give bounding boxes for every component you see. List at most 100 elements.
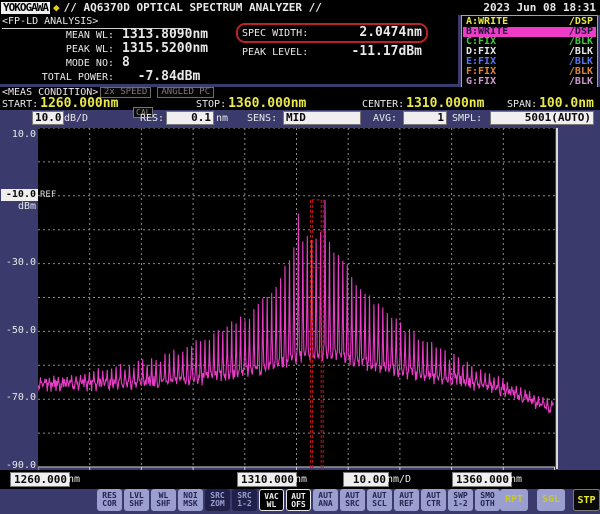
level-scale-unit: dB/D — [64, 113, 89, 124]
analysis-results-right: SPEC WIDTH: 2.0474nm PEAK LEVEL: -11.17d… — [236, 23, 428, 59]
level-scale-field[interactable]: 10.0 — [32, 111, 64, 125]
softkey-line: COR — [102, 499, 117, 508]
softkey-line: REF — [399, 499, 414, 508]
span-label: SPAN: — [507, 99, 538, 110]
y-unit-dbm: dBm — [17, 201, 36, 212]
span-value: 100.0nm — [539, 96, 594, 111]
sweep-repeat-button[interactable]: RPT — [500, 489, 528, 511]
softkey-line: OFS — [291, 500, 306, 509]
y-tick-10: 10.0 — [11, 129, 36, 140]
mean-wl-label: MEAN WL: — [65, 30, 114, 41]
x-start-field[interactable]: 1260.000 — [10, 472, 70, 487]
softkey-smo-oth[interactable]: SMO OTH — [475, 489, 500, 511]
peak-level-row: PEAK LEVEL: -11.17dBm — [236, 43, 428, 59]
softkey-aut-ana[interactable]: AUT ANA — [313, 489, 338, 511]
x-center-field[interactable]: 1310.000 — [237, 472, 297, 487]
avg-field[interactable]: 1 — [403, 111, 447, 125]
mode-no-label: MODE NO: — [65, 58, 114, 69]
stop-label: STOP: — [196, 99, 227, 110]
softkey-line: OTH — [480, 499, 495, 508]
smpl-field[interactable]: 5001(AUTO) — [490, 111, 594, 125]
peak-level-label: PEAK LEVEL: — [242, 47, 309, 58]
softkey-src-1-2[interactable]: SRC 1-2 — [232, 489, 257, 511]
y-tick-m50: -50.0 — [5, 325, 36, 336]
yokogawa-logo: YOKOGAWA — [1, 0, 50, 14]
softkey-row: RES COR LVL SHF WL SHF NOI MSK SRC ZOM SRC 1-2… — [97, 489, 500, 511]
softkey-wl-shf[interactable]: WL SHF — [151, 489, 176, 511]
softkey-line: SRC — [345, 499, 360, 508]
y-tick-m30: -30.0 — [5, 257, 36, 268]
softkey-aut-ref[interactable]: AUT REF — [394, 489, 419, 511]
softkey-aut-ctr[interactable]: AUT CTR — [421, 489, 446, 511]
span-param[interactable]: SPAN: 100.0nm — [507, 96, 594, 111]
peak-wl-row: PEAK WL: 1315.5200nm — [2, 41, 209, 56]
peak-wl-value: 1315.5200nm — [122, 41, 209, 56]
softkey-line: ANA — [318, 499, 333, 508]
sweep-single-button[interactable]: SGL — [537, 489, 565, 511]
res-unit: nm — [216, 113, 229, 124]
x-stop-field[interactable]: 1360.000 — [452, 472, 512, 487]
softkey-line: SHF — [129, 499, 144, 508]
title-bar: YOKOGAWA ◆ // AQ6370D OPTICAL SPECTRUM A… — [0, 0, 600, 15]
plot-right-border — [556, 128, 558, 469]
softkey-aut-scl[interactable]: AUT SCL — [367, 489, 392, 511]
mean-wl-value: 1313.8090nm — [122, 27, 209, 42]
logo-diamond-icon: ◆ — [52, 1, 60, 14]
mode-no-row: MODE NO: 8 — [2, 55, 208, 70]
trace-g-label: G:FIX — [466, 76, 497, 87]
softkey-noi-msk[interactable]: NOI MSK — [178, 489, 203, 511]
peak-level-value: -11.17dBm — [351, 44, 422, 59]
res-field[interactable]: 0.1 — [166, 111, 214, 125]
meas-condition-panel: <MEAS CONDITION> 2x SPEED ANGLED PC STAR… — [0, 87, 600, 111]
start-param[interactable]: START: 1260.000nm — [2, 96, 118, 111]
softkey-line: SHF — [156, 499, 171, 508]
softkey-line: SCL — [372, 499, 387, 508]
softkey-aut-src[interactable]: AUT SRC — [340, 489, 365, 511]
total-power-label: TOTAL POWER: — [41, 72, 114, 83]
datetime: 2023 Jun 08 18:31 — [483, 1, 596, 14]
softkey-aut-ofs[interactable]: AUT OFS — [286, 489, 311, 511]
center-param[interactable]: CENTER: 1310.000nm — [362, 96, 484, 111]
softkey-swp-1-2[interactable]: SWP 1-2 — [448, 489, 473, 511]
softkey-line: WL — [266, 500, 277, 509]
spec-width-label: SPEC WIDTH: — [242, 28, 309, 39]
x-start-unit: nm — [68, 474, 81, 485]
x-per-div-unit: nm/D — [387, 474, 412, 485]
res-label: RES: — [140, 113, 165, 124]
stop-param[interactable]: STOP: 1360.000nm — [196, 96, 306, 111]
mode-no-value: 8 — [122, 55, 130, 70]
softkey-src-zom[interactable]: SRC ZOM — [205, 489, 230, 511]
page-title: // AQ6370D OPTICAL SPECTRUM ANALYZER // — [63, 1, 322, 14]
sens-label: SENS: — [247, 113, 278, 124]
x-stop-unit: nm — [510, 474, 523, 485]
spectrum-plot — [38, 128, 555, 475]
softkey-vac-wl[interactable]: VAC WL — [259, 489, 284, 511]
start-value: 1260.000nm — [40, 96, 119, 111]
ref-line-label: REF — [40, 190, 57, 200]
x-per-div-field[interactable]: 10.00 — [343, 472, 389, 487]
trace-menu: A:WRITE /DSP B:WRITE /DSP C:FIX /BLK D:F… — [461, 15, 598, 89]
sens-field[interactable]: MID — [283, 111, 361, 125]
spec-width-highlight-oval: SPEC WIDTH: 2.0474nm — [236, 23, 428, 43]
stop-value: 1360.000nm — [228, 96, 307, 111]
softkey-line: 1-2 — [453, 499, 468, 508]
start-label: START: — [2, 99, 39, 110]
center-label: CENTER: — [362, 99, 405, 110]
sweep-stop-button[interactable]: STP — [573, 489, 600, 511]
sweep-params: START: 1260.000nm STOP: 1360.000nm CENTE… — [0, 96, 600, 111]
softkey-lvl-shf[interactable]: LVL SHF — [124, 489, 149, 511]
mean-wl-row: MEAN WL: 1313.8090nm — [2, 27, 209, 42]
softkey-line: 1-2 — [237, 499, 252, 508]
x-axis-bar: 1260.000 nm 1310.000 nm 10.00 nm/D 1360.… — [0, 470, 600, 489]
x-center-unit: nm — [295, 474, 308, 485]
spec-width-value: 2.0474nm — [359, 25, 422, 40]
center-value: 1310.000nm — [406, 96, 485, 111]
peak-wl-label: PEAK WL: — [65, 44, 114, 55]
softkey-line: MSK — [183, 499, 198, 508]
analysis-results-left: MEAN WL: 1313.8090nm PEAK WL: 1315.5200n… — [2, 27, 209, 84]
trace-menu-item-g[interactable]: G:FIX /BLK — [463, 77, 596, 87]
softkey-res-cor[interactable]: RES COR — [97, 489, 122, 511]
osa-screen: YOKOGAWA ◆ // AQ6370D OPTICAL SPECTRUM A… — [0, 0, 600, 514]
trace-g-mode: /BLK — [568, 76, 593, 87]
ref-level-field[interactable]: -10.0 — [1, 189, 38, 201]
